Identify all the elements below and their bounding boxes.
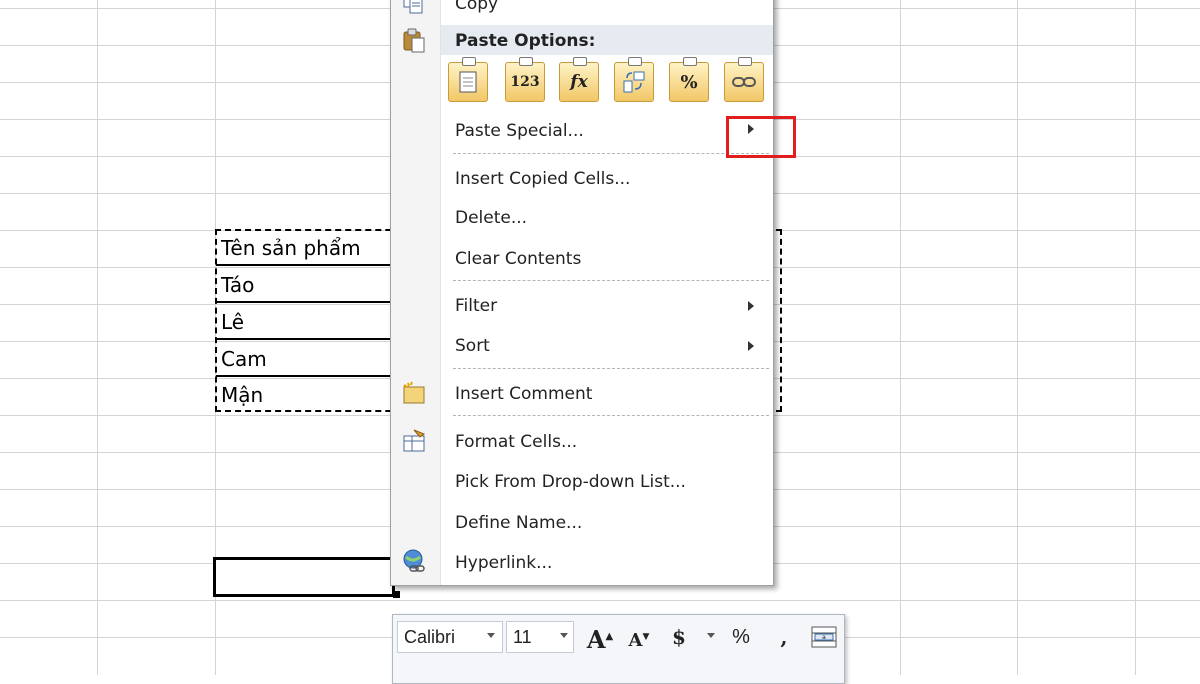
menu-item-insert-copied-cells[interactable]: Insert Copied Cells... xyxy=(455,168,630,190)
shrink-font-icon: A xyxy=(628,630,643,651)
cell[interactable]: Cam xyxy=(221,347,267,371)
menu-item-hyperlink[interactable]: Hyperlink... xyxy=(455,552,552,574)
grid-row-line xyxy=(0,600,1200,601)
menu-item-copy[interactable]: Copy xyxy=(455,0,498,15)
submenu-arrow-icon xyxy=(748,341,754,351)
format-cells-icon xyxy=(400,428,430,454)
merge-center-icon: a xyxy=(811,626,837,648)
comma-icon: , xyxy=(780,625,788,649)
paste-formatting-icon: % xyxy=(680,71,698,93)
copy-icon xyxy=(400,0,430,17)
paste-formulas-button[interactable]: fx xyxy=(559,57,599,102)
chevron-down-icon[interactable] xyxy=(560,633,568,638)
chevron-down-icon[interactable] xyxy=(487,633,495,638)
grow-font-button[interactable]: A▲ xyxy=(586,623,614,654)
menu-icon-gutter xyxy=(391,0,441,585)
currency-button[interactable]: $ xyxy=(668,623,690,651)
cell[interactable]: Mận xyxy=(221,383,263,407)
percent-icon: % xyxy=(732,626,750,648)
shrink-font-button[interactable]: A▼ xyxy=(626,623,652,651)
merge-center-button[interactable]: a xyxy=(811,625,837,649)
clipboard-icon xyxy=(400,28,430,54)
svg-text:a: a xyxy=(822,634,826,641)
font-size-value: 11 xyxy=(513,627,532,647)
paste-values-icon: 123 xyxy=(510,74,540,90)
cell-header[interactable]: Tên sản phẩm xyxy=(221,236,361,260)
menu-separator xyxy=(453,153,769,154)
fill-handle[interactable] xyxy=(393,591,400,598)
submenu-arrow-icon xyxy=(748,301,754,311)
menu-separator xyxy=(453,368,769,369)
paste-transpose-button[interactable] xyxy=(614,57,654,102)
menu-item-clear-contents[interactable]: Clear Contents xyxy=(455,248,581,270)
paste-formulas-icon: fx xyxy=(570,72,588,92)
menu-item-format-cells[interactable]: Format Cells... xyxy=(455,431,577,453)
paste-options-label: Paste Options: xyxy=(455,31,596,51)
menu-item-paste-special[interactable]: Paste Special... xyxy=(455,120,584,142)
hyperlink-icon xyxy=(400,549,430,575)
percent-button[interactable]: % xyxy=(729,623,753,651)
cell[interactable]: Lê xyxy=(221,310,244,334)
paste-link-icon xyxy=(732,77,756,87)
cell[interactable]: Táo xyxy=(221,273,254,297)
menu-item-sort[interactable]: Sort xyxy=(455,335,490,357)
font-name-value: Calibri xyxy=(404,627,456,647)
grid-column-line xyxy=(1135,0,1136,675)
context-menu: Copy Paste Options: 123 fx % Paste Speci… xyxy=(390,0,774,586)
cell-border xyxy=(216,338,392,340)
menu-item-filter[interactable]: Filter xyxy=(455,295,497,317)
highlight-annotation xyxy=(726,116,796,158)
paste-values-button[interactable]: 123 xyxy=(505,57,545,102)
menu-item-delete[interactable]: Delete... xyxy=(455,207,527,229)
menu-item-pick-from-list[interactable]: Pick From Drop-down List... xyxy=(455,471,686,493)
paste-link-button[interactable] xyxy=(724,57,764,102)
menu-item-insert-comment[interactable]: Insert Comment xyxy=(455,383,592,405)
menu-item-define-name[interactable]: Define Name... xyxy=(455,512,582,534)
paste-formatting-button[interactable]: % xyxy=(669,57,709,102)
paste-icon xyxy=(459,71,477,93)
grow-font-icon: A xyxy=(586,625,606,654)
menu-separator xyxy=(453,415,769,416)
paste-transpose-icon xyxy=(623,71,645,93)
comma-style-button[interactable]: , xyxy=(776,623,792,651)
cell-border xyxy=(216,375,392,377)
menu-separator xyxy=(453,280,769,281)
chevron-down-icon[interactable] xyxy=(707,633,715,638)
cell-border xyxy=(216,301,392,303)
active-cell[interactable] xyxy=(213,557,395,597)
paste-button[interactable] xyxy=(448,57,488,102)
currency-icon: $ xyxy=(672,625,686,649)
mini-toolbar: Calibri 11 A▲ A▼ $ % , a xyxy=(392,614,845,684)
grid-column-line xyxy=(1017,0,1018,675)
grid-column-line xyxy=(900,0,901,675)
grid-column-line xyxy=(97,0,98,675)
insert-comment-icon xyxy=(400,381,430,407)
cell-border xyxy=(216,264,392,266)
